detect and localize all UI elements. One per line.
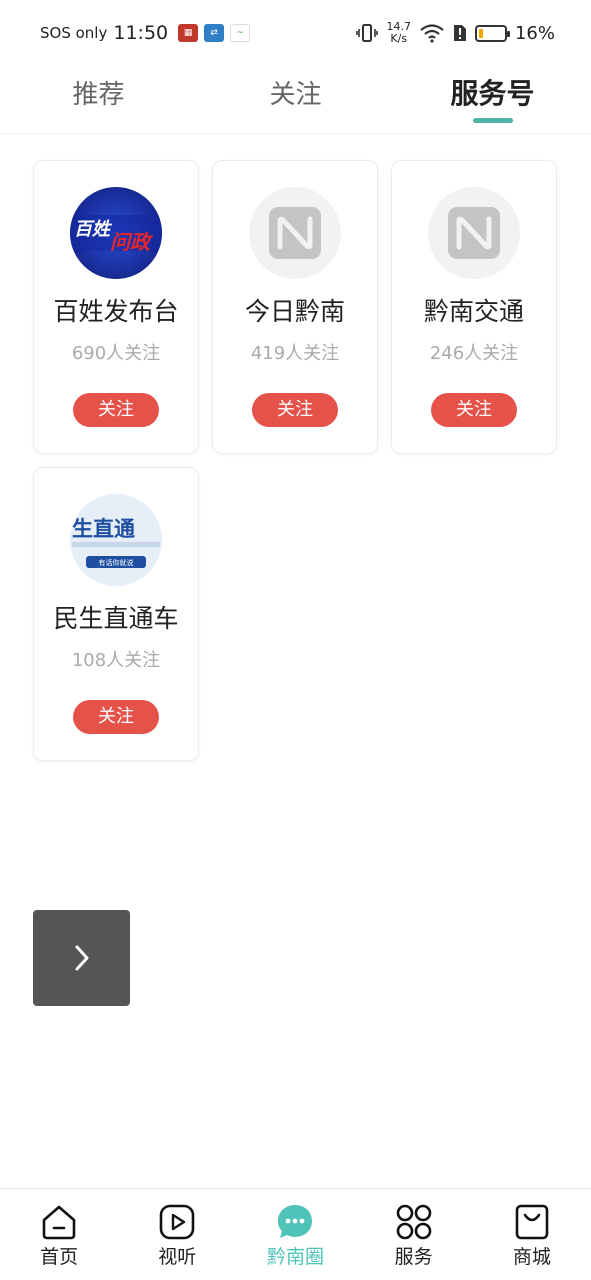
- account-avatar: 生直通 有话你就说: [70, 494, 162, 586]
- tab-following-label: 关注: [269, 80, 322, 110]
- active-tab-indicator: [472, 118, 513, 123]
- svg-text:百姓: 百姓: [74, 219, 113, 240]
- app-notification-icon: ~: [230, 24, 251, 42]
- account-card[interactable]: 今日黔南 419人关注 关注: [212, 160, 378, 454]
- sos-text: SOS only: [40, 24, 108, 42]
- svg-text:生直通: 生直通: [72, 517, 135, 541]
- default-logo-icon: [269, 207, 321, 259]
- follower-count: 419人关注: [250, 343, 340, 364]
- nav-label: 视听: [158, 1246, 197, 1268]
- speed-unit: K/s: [390, 32, 408, 45]
- battery-percent: 16%: [514, 22, 555, 44]
- svg-text:有话你就说: 有话你就说: [99, 558, 134, 567]
- tab-following[interactable]: 关注: [221, 66, 371, 133]
- nav-item-services[interactable]: 服务: [364, 1189, 464, 1269]
- wifi-icon: [420, 24, 444, 43]
- account-card[interactable]: 百姓 问政 百姓发布台 690人关注 关注: [33, 160, 199, 454]
- tab-service-accounts[interactable]: 服务号: [418, 66, 568, 133]
- follow-button[interactable]: 关注: [73, 393, 159, 427]
- nav-item-qiannan-circle[interactable]: 黔南圈: [245, 1189, 345, 1269]
- news-app-icon: ▦: [178, 24, 199, 42]
- nav-label: 黔南圈: [266, 1246, 324, 1268]
- nav-label: 商城: [512, 1246, 551, 1268]
- nav-item-media[interactable]: 视听: [127, 1189, 227, 1269]
- follower-count: 108人关注: [71, 650, 161, 671]
- follow-button[interactable]: 关注: [73, 700, 159, 734]
- clock-time: 11:50: [113, 22, 169, 44]
- account-avatar-placeholder: [249, 187, 341, 279]
- default-logo-icon: [448, 207, 500, 259]
- battery-level-fill: [478, 28, 483, 38]
- home-icon: [42, 1205, 76, 1240]
- account-name: 百姓发布台: [53, 297, 179, 326]
- account-avatar: 百姓 问政: [70, 187, 162, 279]
- tab-service-accounts-label: 服务号: [450, 77, 535, 110]
- play-icon: [159, 1204, 195, 1240]
- account-name: 民生直通车: [53, 604, 179, 633]
- chevron-right-icon: [75, 945, 88, 971]
- follow-button[interactable]: 关注: [252, 393, 338, 427]
- baixing-wenzheng-logo: 百姓 问政: [70, 215, 162, 254]
- account-avatar-placeholder: [428, 187, 520, 279]
- tab-recommend-label: 推荐: [72, 80, 125, 110]
- translate-app-icon: ⇄: [204, 24, 225, 42]
- nav-item-home[interactable]: 首页: [9, 1189, 109, 1269]
- nav-label: 服务: [394, 1246, 433, 1268]
- tab-recommend[interactable]: 推荐: [24, 66, 174, 133]
- status-bar-right: 14.7 K/s 16%: [356, 21, 555, 45]
- top-tabs: 推荐 关注 服务号: [0, 66, 591, 134]
- follower-count: 690人关注: [71, 343, 161, 364]
- minsheng-logo: 生直通 有话你就说: [70, 494, 162, 586]
- status-bar: SOS only 11:50 ▦ ⇄ ~ 14.7 K/s 16%: [0, 0, 591, 66]
- grid-icon: [396, 1204, 431, 1240]
- bottom-nav: 首页 视听 黔南圈 服务 商城: [0, 1188, 591, 1280]
- account-name: 黔南交通: [423, 297, 524, 326]
- follower-count: 246人关注: [429, 343, 519, 364]
- chat-bubble-icon: [278, 1205, 313, 1238]
- nav-item-mall[interactable]: 商城: [482, 1189, 582, 1269]
- account-name: 今日黔南: [244, 297, 345, 326]
- nav-label: 首页: [40, 1246, 79, 1268]
- shopping-bag-icon: [515, 1204, 549, 1240]
- status-bar-left: SOS only 11:50 ▦ ⇄ ~: [40, 22, 251, 44]
- vibrate-icon: [356, 24, 379, 42]
- battery-icon: [474, 24, 510, 42]
- follow-button[interactable]: 关注: [431, 393, 517, 427]
- account-card[interactable]: 黔南交通 246人关注 关注: [391, 160, 557, 454]
- floating-next-button[interactable]: [33, 910, 130, 1006]
- svg-text:问政: 问政: [110, 230, 153, 254]
- account-card[interactable]: 生直通 有话你就说 民生直通车 108人关注 关注: [33, 467, 199, 761]
- network-speed: 14.7 K/s: [386, 21, 411, 45]
- sim-alert-icon: [453, 25, 466, 41]
